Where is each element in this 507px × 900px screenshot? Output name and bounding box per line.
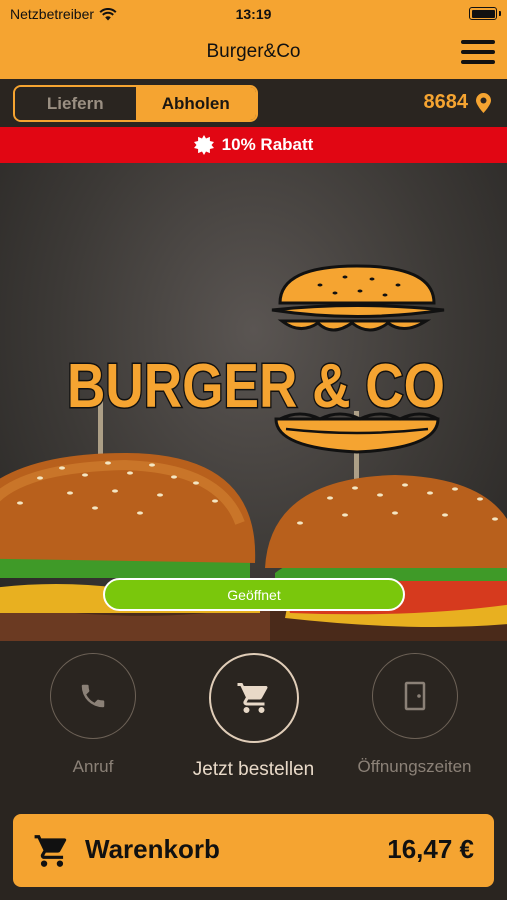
opening-hours-circle — [371, 653, 458, 739]
action-bar: Anruf Jetzt bestellen Öffnungszeiten — [0, 641, 507, 811]
door-icon — [404, 681, 425, 711]
call-circle — [50, 653, 136, 739]
page-title: Burger&Co — [206, 41, 301, 62]
menu-line-icon — [461, 40, 495, 44]
order-mode-toggle[interactable]: Liefern Abholen — [13, 85, 258, 122]
postcode-label: 8684 — [423, 91, 469, 113]
cart-icon — [237, 683, 268, 713]
cart-button[interactable]: Warenkorb 16,47 € — [13, 814, 494, 887]
location-selector[interactable]: 8684 — [423, 91, 491, 114]
cart-label: Warenkorb — [85, 834, 220, 864]
clock: 13:19 — [235, 6, 272, 22]
opening-hours-button[interactable]: Öffnungszeiten — [352, 653, 477, 777]
open-status-badge[interactable]: Geöffnet — [103, 578, 405, 611]
call-label: Anruf — [72, 757, 114, 776]
order-now-button[interactable]: Jetzt bestellen — [180, 653, 327, 781]
order-now-label: Jetzt bestellen — [192, 759, 315, 780]
mode-option-abholen[interactable]: Abholen — [135, 87, 256, 120]
status-bar: Netzbetreiber 13:19 — [0, 0, 507, 28]
badge-star-icon — [193, 135, 214, 155]
nav-bar: Burger&Co — [0, 28, 507, 79]
battery-icon — [469, 7, 501, 20]
left-burger-image — [0, 453, 280, 641]
hamburger-menu-button[interactable] — [461, 40, 495, 64]
order-circle — [208, 653, 299, 743]
menu-line-icon — [461, 50, 495, 54]
phone-icon — [81, 684, 105, 708]
mode-option-liefern[interactable]: Liefern — [15, 87, 136, 120]
menu-line-icon — [461, 60, 495, 64]
location-pin-icon — [476, 92, 491, 113]
opening-hours-label: Öffnungszeiten — [357, 757, 472, 776]
cart-total: 16,47 € — [387, 834, 474, 864]
hero-image: BURGER & CO Geöffnet — [0, 163, 507, 641]
right-burger-image — [265, 475, 507, 641]
discount-banner[interactable]: 10% Rabatt — [0, 127, 507, 163]
cart-icon — [34, 835, 67, 867]
hero-artwork: BURGER & CO — [0, 264, 507, 641]
discount-text: 10% Rabatt — [221, 135, 314, 154]
order-mode-row: Liefern Abholen 8684 — [0, 79, 507, 127]
logo-text: BURGER & CO — [67, 352, 445, 421]
call-button[interactable]: Anruf — [30, 653, 156, 777]
